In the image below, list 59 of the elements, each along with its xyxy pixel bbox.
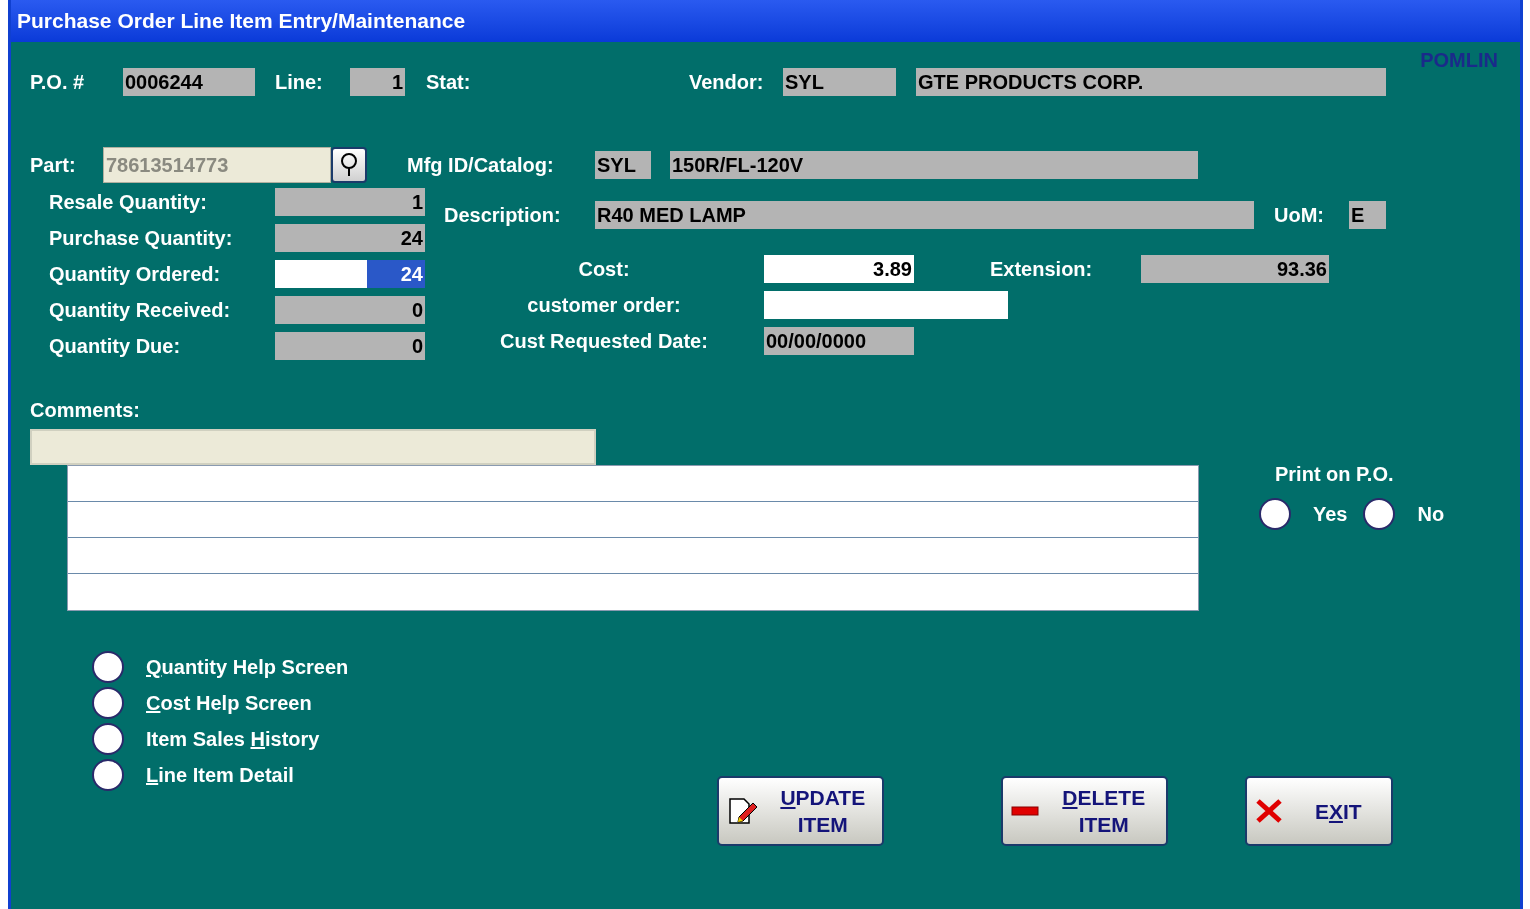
uom-label: UoM: [1274,205,1325,225]
quantity-label: Quantity Received: [49,300,232,320]
quantity-label: Resale Quantity: [49,192,208,212]
search-button[interactable] [331,147,367,183]
radio-button[interactable] [1259,498,1291,530]
radio-button[interactable] [92,687,124,719]
form-code: POMLIN [1420,48,1498,73]
quantity-field[interactable]: 1 [275,188,425,216]
close-icon [1255,798,1284,824]
minus-icon [1011,806,1040,816]
pricing-field[interactable]: 00/00/0000 [764,327,914,355]
print-on-po-label: Print on P.O. [1275,464,1395,484]
quantity-field[interactable]: 0 [275,296,425,324]
comments-label: Comments: [30,400,141,420]
quantity-label: Purchase Quantity: [49,228,234,248]
pricing-field[interactable]: 3.89 [764,255,914,283]
quantity-label: Quantity Ordered: [49,264,222,284]
radio-label[interactable]: Yes [1313,504,1348,524]
option-label[interactable]: Quantity Help Screen [146,657,349,677]
option-label[interactable]: Cost Help Screen [146,693,312,713]
radio-button[interactable] [92,651,124,683]
delete-button[interactable]: DELETE ITEM [1001,776,1169,846]
uom-field[interactable]: E [1349,201,1386,229]
quantity-field[interactable]: 0 [275,332,425,360]
vendor-name-field[interactable]: GTE PRODUCTS CORP. [916,68,1386,96]
line-field[interactable]: 1 [350,68,405,96]
pricing-label: customer order: [526,295,682,315]
option-label[interactable]: Line Item Detail [146,765,294,785]
quantity-label: Quantity Due: [49,336,182,356]
mfg-code-field[interactable]: SYL [595,151,651,179]
comment-header-field[interactable] [30,429,596,465]
pricing-label: Cust Requested Date: [499,331,709,351]
radio-button[interactable] [1363,498,1396,530]
quantity-field[interactable]: 24 [275,260,425,288]
update-button[interactable]: UPDATE ITEM [717,776,885,846]
line-label: Line: [275,72,324,92]
quantity-field[interactable]: 24 [275,224,425,252]
extension-field[interactable]: 93.36 [1141,255,1329,283]
mfg-catalog-label: Mfg ID/Catalog: [407,155,555,175]
po-number-field[interactable]: 0006244 [123,68,255,96]
extension-label: Extension: [990,259,1094,279]
option-label[interactable]: Item Sales History [146,729,320,749]
description-field[interactable]: R40 MED LAMP [595,201,1254,229]
exit-button[interactable]: EXIT [1245,776,1394,846]
window-title: Purchase Order Line Item Entry/Maintenance [17,8,466,35]
catalog-field[interactable]: 150R/FL-120V [670,151,1198,179]
radio-button[interactable] [92,723,124,755]
stat-label: Stat: [426,72,472,92]
radio-label[interactable]: No [1417,504,1445,524]
pricing-label: Cost: [577,259,631,279]
search-icon [339,152,359,178]
description-label: Description: [444,205,562,225]
po-label: P.O. # [30,72,86,92]
vendor-label: Vendor: [689,72,765,92]
comments-list[interactable] [67,465,1199,611]
pricing-field[interactable] [764,291,1008,319]
radio-button[interactable] [92,759,124,791]
vendor-code-field[interactable]: SYL [783,68,896,96]
part-label: Part: [30,155,77,175]
